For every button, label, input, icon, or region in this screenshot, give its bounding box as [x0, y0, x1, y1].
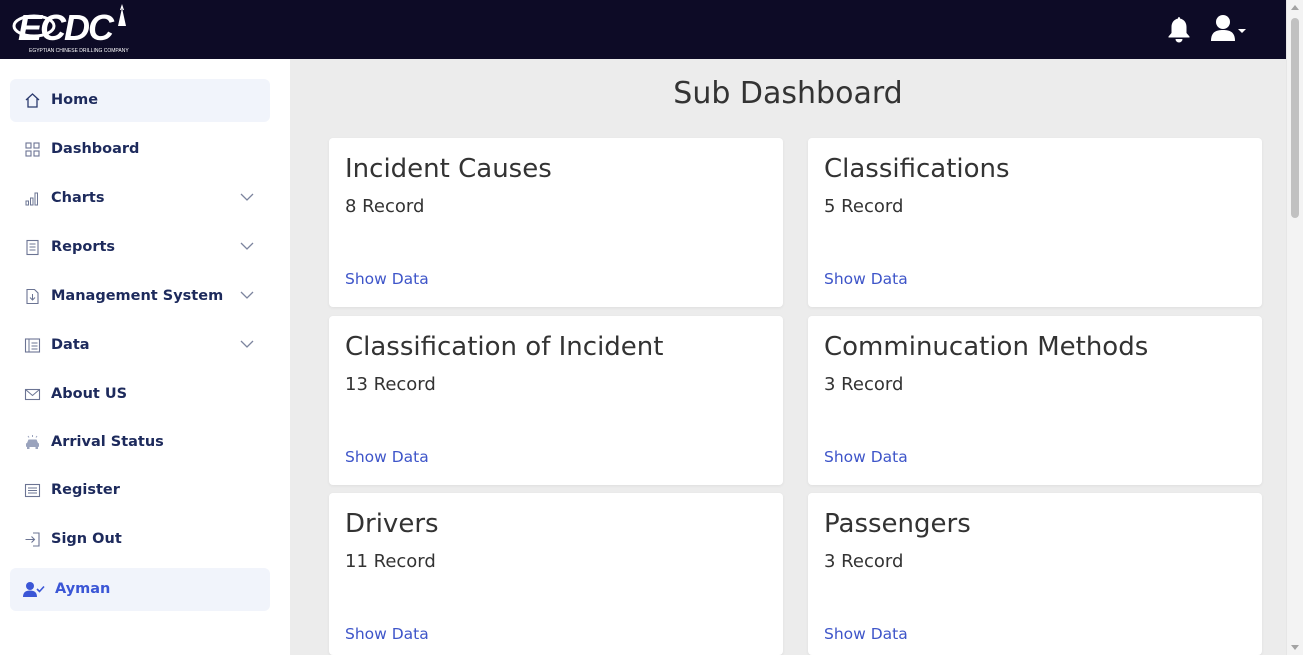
vertical-scrollbar[interactable]	[1286, 0, 1303, 655]
sidebar-item-reports[interactable]: Reports	[10, 226, 270, 269]
sidebar: Home Dashboard Charts Reports Management…	[0, 59, 290, 655]
sidebar-item-arrival-status[interactable]: Arrival Status	[10, 421, 270, 464]
card-count: 5 Record	[824, 196, 904, 217]
card-drivers: Drivers 11 Record Show Data	[329, 493, 783, 655]
top-bar: ECDC EGYPTIAN CHINESE DRILLING COMPANY	[0, 0, 1286, 59]
show-data-link[interactable]: Show Data	[345, 625, 429, 643]
sidebar-item-register[interactable]: Register	[10, 469, 270, 512]
sidebar-item-label: Charts	[51, 190, 105, 206]
user-check-icon	[23, 582, 45, 597]
sidebar-item-data[interactable]: Data	[10, 324, 270, 367]
table-icon	[24, 338, 41, 353]
sidebar-item-charts[interactable]: Charts	[10, 177, 270, 220]
page-title: Sub Dashboard	[673, 76, 903, 111]
sidebar-item-label: Arrival Status	[51, 434, 164, 450]
sidebar-item-dashboard[interactable]: Dashboard	[10, 128, 270, 171]
card-passengers: Passengers 3 Record Show Data	[808, 493, 1262, 655]
show-data-link[interactable]: Show Data	[345, 270, 429, 288]
envelope-icon	[24, 388, 41, 401]
show-data-link[interactable]: Show Data	[824, 625, 908, 643]
report-icon	[26, 239, 39, 256]
card-classifications: Classifications 5 Record Show Data	[808, 138, 1262, 307]
card-title: Incident Causes	[345, 154, 552, 184]
sidebar-item-label: Dashboard	[51, 141, 140, 157]
card-communication-methods: Comminucation Methods 3 Record Show Data	[808, 316, 1262, 485]
chevron-down-icon	[240, 291, 254, 299]
show-data-link[interactable]: Show Data	[824, 448, 908, 466]
sidebar-item-sign-out[interactable]: Sign Out	[10, 518, 270, 561]
sidebar-item-label: Sign Out	[51, 531, 122, 547]
car-icon	[26, 435, 39, 449]
sidebar-item-home[interactable]: Home	[10, 79, 270, 122]
logo-graphic: ECDC EGYPTIAN CHINESE DRILLING COMPANY	[12, 4, 129, 54]
show-data-link[interactable]: Show Data	[345, 448, 429, 466]
card-count: 3 Record	[824, 551, 904, 572]
caret-down-icon	[1238, 29, 1246, 33]
sidebar-item-management-system[interactable]: Management System	[10, 275, 270, 318]
chevron-down-icon	[240, 242, 254, 250]
card-count: 11 Record	[345, 551, 436, 572]
chevron-down-icon	[240, 193, 254, 201]
card-incident-causes: Incident Causes 8 Record Show Data	[329, 138, 783, 307]
sidebar-item-label: About US	[51, 386, 128, 402]
scrollbar-thumb[interactable]	[1291, 18, 1299, 218]
sign-out-icon	[25, 532, 40, 547]
home-icon	[25, 93, 40, 108]
download-doc-icon	[26, 288, 39, 305]
card-title: Classifications	[824, 154, 1010, 184]
logo-subtitle: EGYPTIAN CHINESE DRILLING COMPANY	[29, 48, 129, 54]
sidebar-item-label: Management System	[51, 288, 224, 304]
scroll-up-arrow-icon[interactable]	[1291, 5, 1299, 10]
show-data-link[interactable]: Show Data	[824, 270, 908, 288]
card-title: Drivers	[345, 509, 439, 539]
sidebar-item-about-us[interactable]: About US	[10, 373, 270, 416]
bell-icon[interactable]	[1166, 15, 1192, 43]
sidebar-user-name: Ayman	[55, 581, 111, 597]
sidebar-item-label: Reports	[51, 239, 116, 255]
sidebar-item-label: Home	[51, 92, 99, 108]
card-count: 13 Record	[345, 374, 436, 395]
card-title: Passengers	[824, 509, 971, 539]
ecdc-logo[interactable]: ECDC EGYPTIAN CHINESE DRILLING COMPANY	[12, 4, 137, 56]
card-classification-of-incident: Classification of Incident 13 Record Sho…	[329, 316, 783, 485]
grid-icon	[25, 142, 40, 157]
user-icon	[1211, 15, 1246, 41]
chevron-down-icon	[240, 340, 254, 348]
sidebar-item-label: Data	[51, 337, 90, 353]
sidebar-item-label: Register	[51, 482, 120, 498]
scroll-down-arrow-icon[interactable]	[1291, 645, 1299, 650]
card-count: 8 Record	[345, 196, 425, 217]
card-title: Classification of Incident	[345, 332, 664, 362]
card-count: 3 Record	[824, 374, 904, 395]
user-menu[interactable]	[1210, 14, 1250, 44]
card-title: Comminucation Methods	[824, 332, 1149, 362]
list-icon	[24, 483, 41, 498]
bar-chart-icon	[25, 192, 38, 206]
logo-text: ECDC	[18, 7, 115, 48]
sidebar-item-user[interactable]: Ayman	[10, 568, 270, 611]
